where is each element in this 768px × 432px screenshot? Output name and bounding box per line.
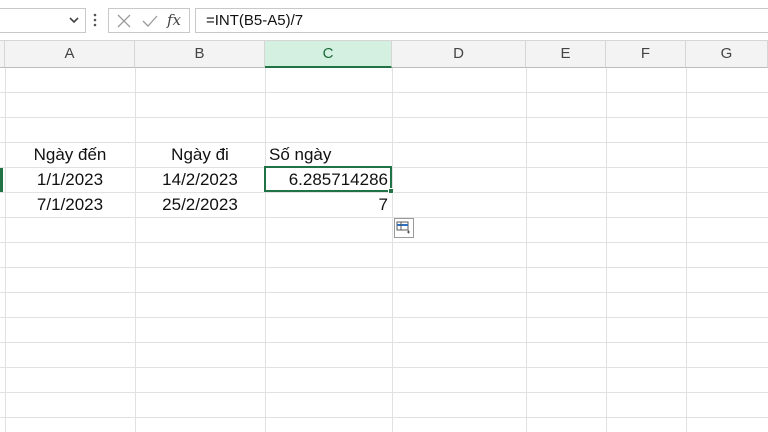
column-header-a[interactable]: A <box>5 41 135 68</box>
close-icon[interactable] <box>115 12 133 30</box>
cell-a5[interactable]: 1/1/2023 <box>5 168 135 192</box>
formula-input[interactable]: =INT(B5-A5)/7 <box>195 8 768 33</box>
cell-b4[interactable]: Ngày đi <box>135 143 265 167</box>
name-box[interactable] <box>0 8 86 33</box>
cell-a6[interactable]: 7/1/2023 <box>5 193 135 217</box>
column-header-c[interactable]: C <box>265 41 392 68</box>
column-header-b[interactable]: B <box>135 41 265 68</box>
cell-c6[interactable]: 7 <box>265 193 392 217</box>
more-vertical-icon[interactable] <box>92 11 98 29</box>
cell-b5[interactable]: 14/2/2023 <box>135 168 265 192</box>
column-header-d[interactable]: D <box>392 41 526 68</box>
column-header-e[interactable]: E <box>526 41 606 68</box>
cell-b6[interactable]: 25/2/2023 <box>135 193 265 217</box>
insert-function-button[interactable]: fx <box>167 10 187 30</box>
column-header-g[interactable]: G <box>686 41 768 68</box>
formula-bar: fx =INT(B5-A5)/7 <box>0 0 768 41</box>
cell-a4[interactable]: Ngày đến <box>5 143 135 167</box>
check-icon[interactable] <box>141 12 159 30</box>
quick-analysis-button[interactable] <box>394 218 414 238</box>
active-cell-border <box>264 166 392 192</box>
active-row-indicator <box>0 168 3 192</box>
quick-analysis-icon <box>396 221 410 234</box>
cell-c4[interactable]: Số ngày <box>265 143 392 167</box>
chevron-down-icon[interactable] <box>67 13 81 27</box>
fill-handle[interactable] <box>388 188 394 194</box>
formula-buttons: fx <box>108 8 190 33</box>
column-header-f[interactable]: F <box>606 41 686 68</box>
